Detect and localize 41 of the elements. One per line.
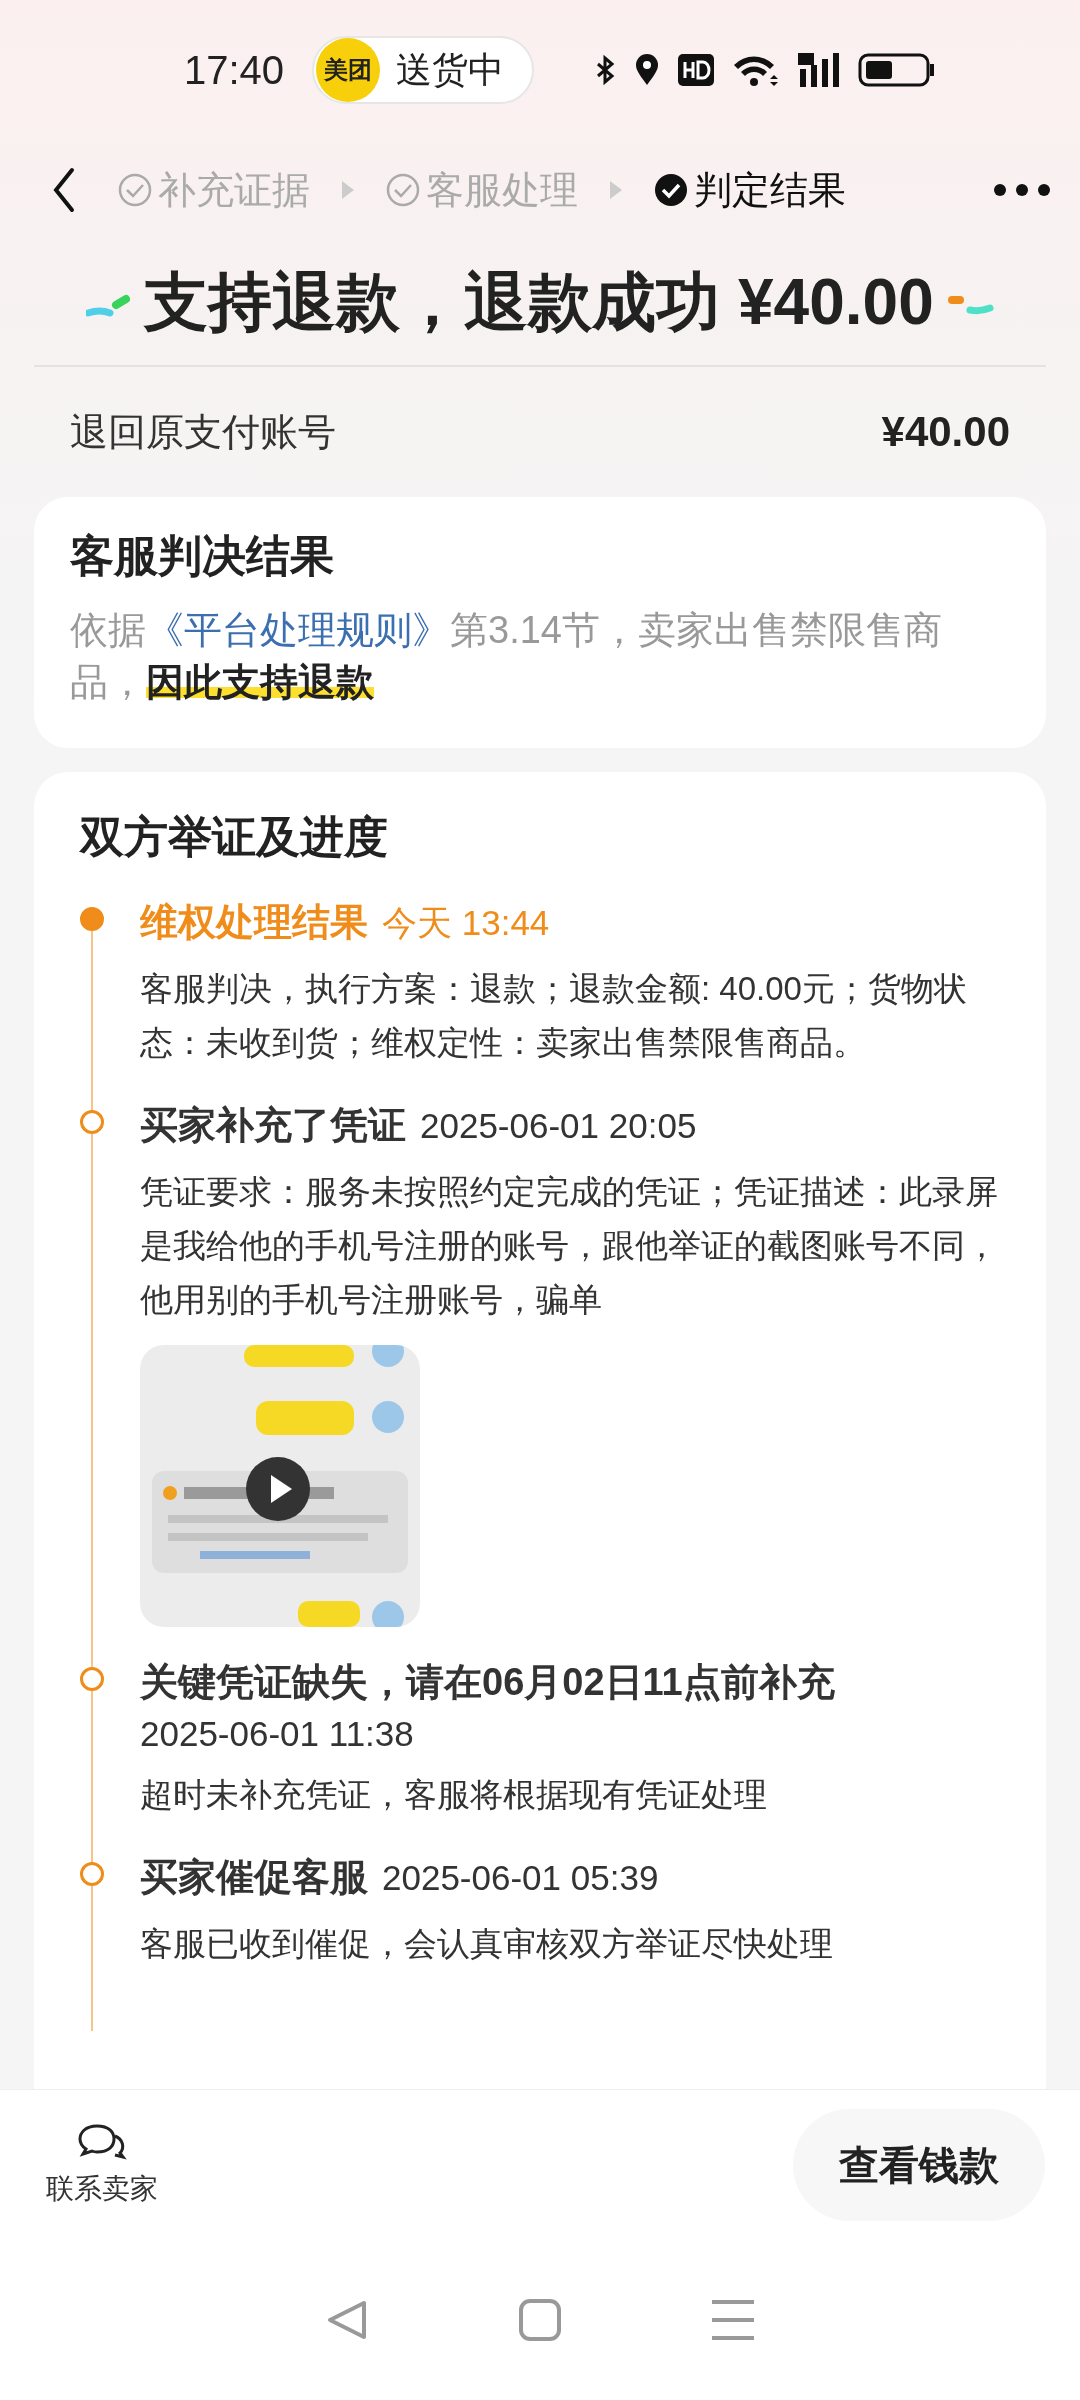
view-funds-button[interactable]: 查看钱款: [793, 2109, 1045, 2221]
home-nav-icon[interactable]: [519, 2299, 561, 2341]
event-description: 客服已收到催促，会认真审核双方举证尽快处理: [140, 1924, 834, 1964]
step-tab[interactable]: 判定结果: [654, 164, 846, 216]
event-description: 凭证要求：服务未按照约定完成的凭证；凭证描述：此录屏是我给他的手机号注册的账号，跟他举证的截图账号不同，他用别的手机号注册账号，骗单: [140, 1172, 999, 1320]
event-description: 超时未补充凭证，客服将根据现有凭证处理: [140, 1775, 768, 1815]
rules-link[interactable]: 《平台处理规则》: [146, 609, 450, 651]
event-title: 买家补充了凭证: [140, 1103, 406, 1148]
check-circle-icon: [386, 173, 420, 207]
card-title: 双方举证及进度: [80, 811, 389, 863]
battery-icon: [858, 53, 937, 87]
back-nav-icon[interactable]: [325, 2299, 368, 2341]
chat-bubbles-icon: [77, 2122, 127, 2160]
event-description: 客服判决，执行方案：退款；退款金额: 40.00元；货物状态：未收到货；维权定性：卖家出售禁限售商品。: [140, 969, 968, 1063]
event-time: 今天 13:44: [382, 902, 550, 944]
event-time: 2025-06-01 20:05: [420, 1106, 697, 1146]
activity-label: 送货中: [396, 47, 505, 92]
event-time: 2025-06-01 05:39: [382, 1858, 659, 1898]
step-arrow-icon: [610, 181, 622, 199]
play-icon[interactable]: [246, 1457, 310, 1521]
more-icon[interactable]: [994, 184, 1050, 196]
refund-amount: ¥40.00: [881, 408, 1010, 456]
event-title: 买家催促客服: [140, 1855, 368, 1900]
step-arrow-icon: [342, 181, 354, 199]
event-title: 维权处理结果: [140, 900, 368, 945]
check-circle-icon: [654, 173, 688, 207]
location-icon: [634, 53, 661, 87]
app-badge: 美团: [316, 38, 381, 102]
refund-destination: 退回原支付账号: [70, 409, 336, 455]
event-title: 关键凭证缺失，请在06月02日11点前补充: [140, 1660, 835, 1705]
signal-icon: [798, 53, 841, 87]
bluetooth-icon: [594, 54, 617, 86]
activity-pill[interactable]: 美团 送货中: [312, 36, 535, 104]
event-time: 2025-06-01 11:38: [140, 1714, 414, 1754]
clock-time: 17:40: [184, 47, 285, 93]
menu-icon[interactable]: [712, 2299, 755, 2341]
check-circle-icon: [118, 173, 152, 207]
refund-headline: 支持退款，退款成功 ¥40.00: [144, 265, 934, 340]
hd-icon: [678, 54, 715, 86]
contact-seller-button[interactable]: 联系卖家: [46, 2122, 158, 2208]
card-title: 客服判决结果: [70, 530, 335, 582]
